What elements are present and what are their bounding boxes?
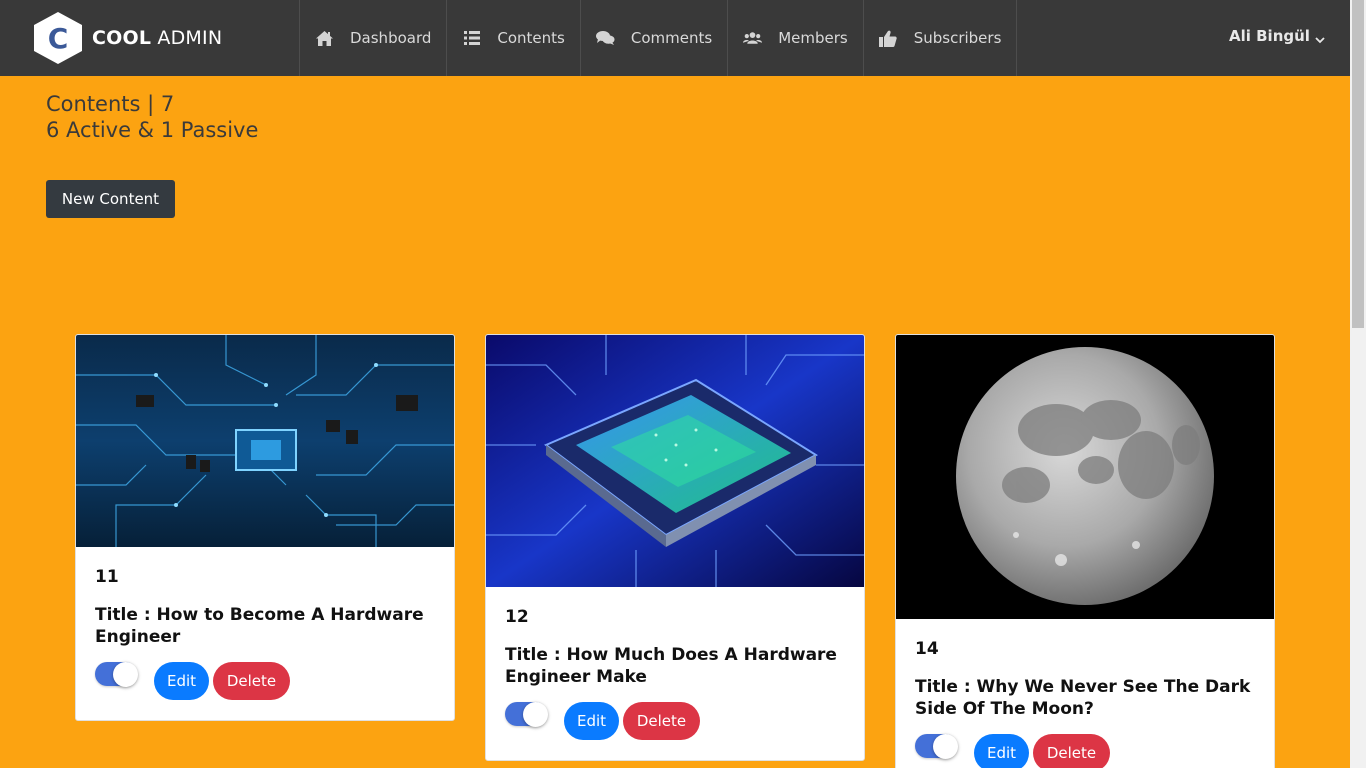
logo-letter: C (47, 21, 69, 55)
logo-hexagon-icon: C (34, 12, 82, 64)
nav-label-contents: Contents (497, 29, 565, 47)
top-navbar: C COOL ADMIN Dashboard Contents Comments (0, 0, 1350, 76)
content-card: 14 Title : Why We Never See The Dark Sid… (895, 334, 1275, 768)
nav-label-comments: Comments (630, 29, 713, 47)
page-subtitle: 6 Active & 1 Passive (46, 118, 259, 142)
brand-name-bold: COOL (92, 27, 152, 49)
circuit-board-image (76, 335, 454, 547)
toggle-knob (113, 662, 138, 687)
comments-icon (595, 29, 615, 48)
moon-image (896, 335, 1274, 619)
content-title: Title : How Much Does A Hardware Enginee… (505, 645, 837, 687)
edit-button[interactable]: Edit (154, 662, 209, 700)
brand-name: COOL ADMIN (92, 27, 222, 49)
user-name: Ali Bingül (1229, 27, 1310, 45)
nav-item-contents[interactable]: Contents (446, 0, 579, 76)
status-toggle[interactable] (915, 734, 958, 759)
delete-button[interactable]: Delete (623, 702, 700, 740)
page-title: Contents | 7 (46, 92, 175, 116)
edit-button[interactable]: Edit (564, 702, 619, 740)
delete-button[interactable]: Delete (213, 662, 290, 700)
nav-item-subscribers[interactable]: Subscribers (862, 0, 1018, 76)
status-toggle[interactable] (505, 702, 548, 727)
brand-logo[interactable]: C COOL ADMIN (34, 12, 222, 64)
content-title: Title : How to Become A Hardware Enginee… (95, 605, 424, 647)
thumbs-up-icon (879, 29, 898, 48)
users-icon (743, 29, 763, 48)
content-card: 11 Title : How to Become A Hardware Engi… (75, 334, 455, 721)
list-icon (462, 29, 481, 48)
user-menu[interactable]: Ali Bingül (1229, 27, 1325, 45)
nav-item-comments[interactable]: Comments (579, 0, 727, 76)
main-nav: Dashboard Contents Comments Members Subs… (299, 0, 1018, 76)
nav-label-subscribers: Subscribers (913, 29, 1002, 47)
content-card: 12 Title : How Much Does A Hardware Engi… (485, 334, 865, 761)
nav-label-dashboard: Dashboard (350, 29, 432, 47)
nav-label-members: Members (778, 29, 848, 47)
new-content-button[interactable]: New Content (46, 180, 175, 218)
status-toggle[interactable] (95, 662, 138, 687)
content-id: 11 (95, 567, 119, 587)
processor-chip-image (486, 335, 864, 587)
content-id: 12 (505, 607, 529, 627)
toggle-knob (523, 702, 548, 727)
toggle-knob (933, 734, 958, 759)
nav-item-dashboard[interactable]: Dashboard (299, 0, 446, 76)
page-heading: Contents | 7 6 Active & 1 Passive (46, 91, 258, 143)
brand-name-light: ADMIN (157, 27, 223, 49)
home-icon (315, 29, 334, 48)
nav-item-members[interactable]: Members (727, 0, 863, 76)
page-scrollbar[interactable] (1350, 0, 1366, 768)
chevron-down-icon (1315, 31, 1325, 44)
delete-button[interactable]: Delete (1033, 734, 1110, 768)
content-title: Title : Why We Never See The Dark Side O… (915, 677, 1251, 719)
edit-button[interactable]: Edit (974, 734, 1029, 768)
scrollbar-thumb[interactable] (1352, 0, 1364, 328)
content-id: 14 (915, 639, 939, 659)
